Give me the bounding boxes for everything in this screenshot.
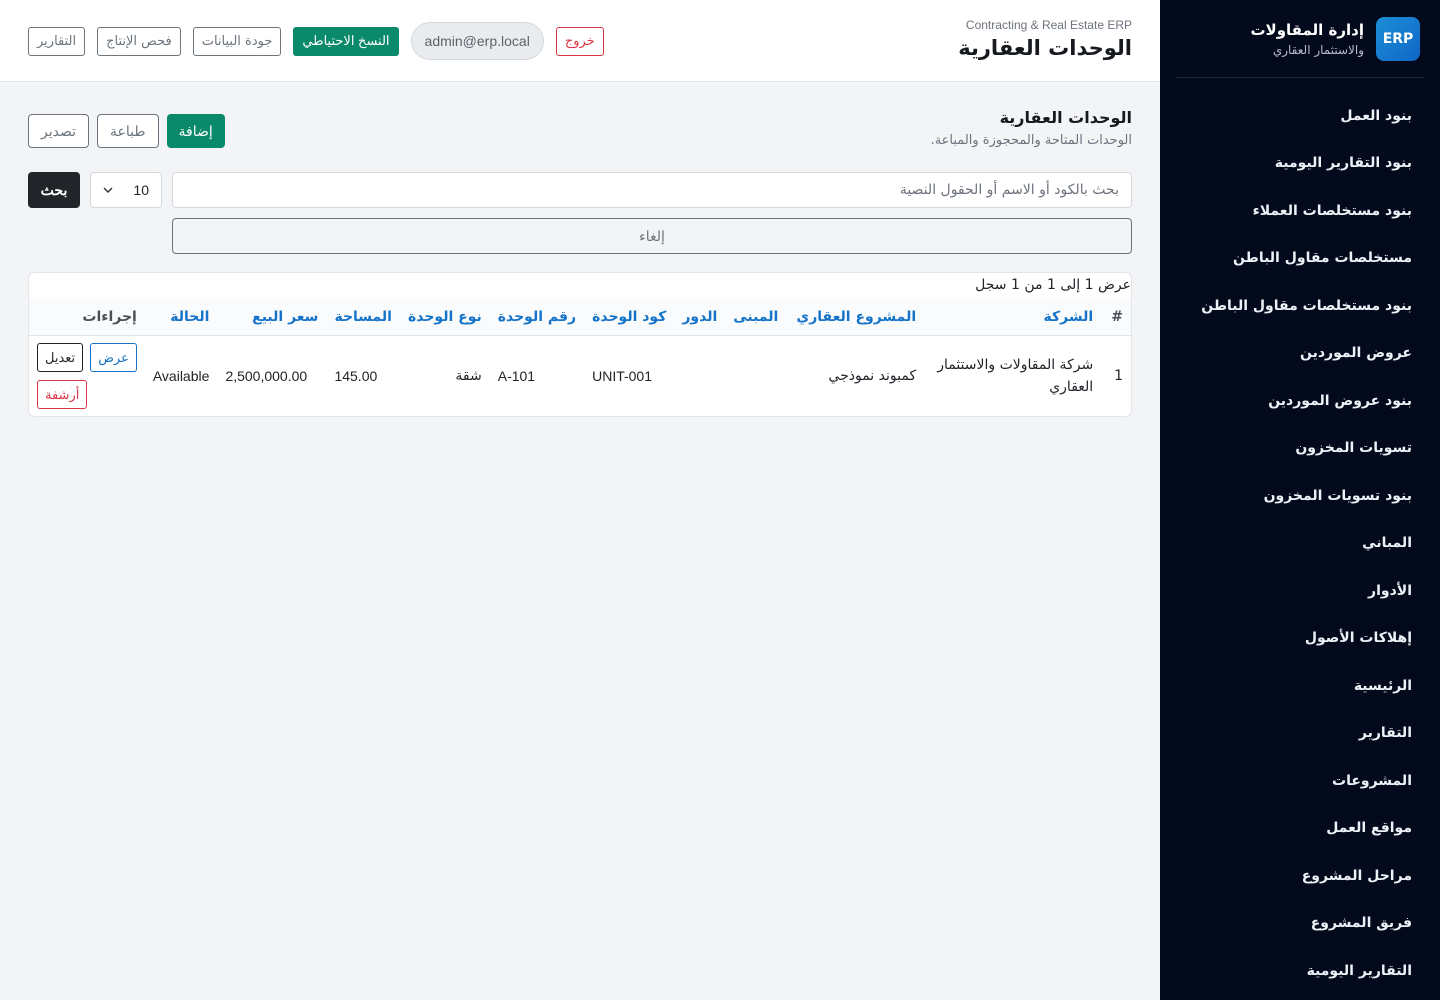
- main-content: الوحدات العقارية الوحدات المتاحة والمحجو…: [28, 82, 1132, 417]
- cell-unit-type: شقة: [455, 368, 482, 385]
- sidebar-item-floors[interactable]: الأدوار: [1160, 567, 1440, 615]
- sidebar-item-subcontractor-invoices[interactable]: مستخلصات مقاول الباطن: [1160, 235, 1440, 283]
- cell-actions: تعديل عرض أرشفة: [29, 335, 145, 417]
- search-button[interactable]: بحث: [28, 172, 80, 208]
- brand-logo: ERP: [1376, 16, 1420, 61]
- sidebar-item-home[interactable]: الرئيسية: [1160, 662, 1440, 710]
- table-row: 1 شركة المقاولات والاستثمار العقاري كمبو…: [29, 335, 1131, 417]
- col-index: #: [1111, 308, 1123, 325]
- sidebar-item-asset-depreciation[interactable]: إهلاكات الأصول: [1160, 615, 1440, 663]
- page-size-select[interactable]: 10: [90, 172, 162, 208]
- section-title: الوحدات العقارية: [999, 108, 1132, 127]
- brand-title: إدارة المقاولات: [1250, 20, 1364, 39]
- col-project[interactable]: المشروع العقاري: [786, 299, 924, 335]
- sidebar-item-inventory-adjustments[interactable]: تسويات المخزون: [1160, 425, 1440, 473]
- col-building[interactable]: المبنى: [725, 299, 786, 335]
- brand-subtitle: والاستثمار العقاري: [1272, 42, 1364, 57]
- search-input[interactable]: بحث بالكود أو الاسم أو الحقول النصية: [172, 172, 1132, 208]
- logout-button[interactable]: خروج: [555, 26, 604, 56]
- cell-status: Available: [152, 368, 210, 385]
- sidebar-item-supplier-quote-items[interactable]: بنود عروض الموردين: [1160, 377, 1440, 425]
- section-description: الوحدات المتاحة والمحجوزة والمباعة.: [930, 133, 1132, 148]
- app-subtitle: Contracting & Real Estate ERP: [965, 18, 1132, 32]
- brand: ERP إدارة المقاولات والاستثمار العقاري: [1176, 0, 1424, 78]
- page-title: الوحدات العقارية: [958, 36, 1132, 60]
- cell-unit-number: A-101: [497, 368, 536, 385]
- sidebar-item-supplier-quotes[interactable]: عروض الموردين: [1160, 330, 1440, 378]
- production-check-button[interactable]: فحص الإنتاج: [97, 26, 181, 56]
- cell-index: 1: [1114, 368, 1123, 385]
- topbar: Contracting & Real Estate ERP الوحدات ال…: [0, 0, 1160, 82]
- export-button[interactable]: تصدير: [28, 114, 90, 148]
- reports-button[interactable]: التقارير: [28, 26, 86, 56]
- col-company[interactable]: الشركة: [924, 299, 1101, 335]
- cell-floor: [674, 335, 725, 417]
- sidebar-item-daily-reports[interactable]: التقارير اليومية: [1160, 947, 1440, 995]
- col-floor[interactable]: الدور: [674, 299, 725, 335]
- user-email-chip[interactable]: admin@erp.local: [410, 22, 544, 60]
- top-actions: التقارير فحص الإنتاج جودة البيانات النسخ…: [28, 22, 604, 60]
- units-table-card: عرض 1 إلى 1 من 1 سجل # الشركة المشروع ال…: [28, 272, 1132, 417]
- table-header-row: # الشركة المشروع العقاري المبنى الدور كو…: [29, 299, 1131, 335]
- cell-area: 145.00: [334, 368, 378, 385]
- add-button[interactable]: إضافة: [166, 114, 225, 148]
- sidebar-nav: بنود العمل بنود التقارير اليومية بنود مس…: [1160, 78, 1440, 995]
- records-info: عرض 1 إلى 1 من 1 سجل: [975, 277, 1131, 293]
- sidebar-item-project-team[interactable]: فريق المشروع: [1160, 900, 1440, 948]
- cell-building: [725, 335, 786, 417]
- cell-project: كمبوند نموذجي: [828, 368, 917, 385]
- cancel-search-button[interactable]: إلغاء: [172, 218, 1132, 254]
- col-actions: إجراءات: [82, 308, 137, 325]
- col-sale-price[interactable]: سعر البيع: [217, 299, 326, 335]
- data-quality-button[interactable]: جودة البيانات: [192, 26, 282, 56]
- sidebar-item-work-items[interactable]: بنود العمل: [1160, 92, 1440, 140]
- sidebar-item-inventory-adjustment-items[interactable]: بنود تسويات المخزون: [1160, 472, 1440, 520]
- page-size-value: 10: [133, 182, 149, 198]
- cell-company: شركة المقاولات والاستثمار العقاري: [937, 357, 1094, 396]
- cell-unit-code: UNIT-001: [592, 368, 653, 385]
- print-button[interactable]: طباعة: [97, 114, 159, 148]
- chevron-down-icon: [103, 187, 113, 193]
- sidebar: ERP إدارة المقاولات والاستثمار العقاري ب…: [1160, 0, 1440, 1000]
- sidebar-item-buildings[interactable]: المباني: [1160, 520, 1440, 568]
- search-row: بحث بالكود أو الاسم أو الحقول النصية 10 …: [28, 172, 1132, 208]
- col-area[interactable]: المساحة: [326, 299, 400, 335]
- backup-button[interactable]: النسخ الاحتياطي: [293, 26, 399, 56]
- col-unit-code[interactable]: كود الوحدة: [584, 299, 674, 335]
- sidebar-item-client-invoice-items[interactable]: بنود مستخلصات العملاء: [1160, 187, 1440, 235]
- sidebar-item-daily-report-items[interactable]: بنود التقارير اليومية: [1160, 140, 1440, 188]
- col-unit-number[interactable]: رقم الوحدة: [490, 299, 584, 335]
- col-unit-type[interactable]: نوع الوحدة: [400, 299, 490, 335]
- units-table: # الشركة المشروع العقاري المبنى الدور كو…: [29, 299, 1131, 417]
- cell-sale-price: 2,500,000.00: [225, 368, 308, 385]
- edit-button[interactable]: تعديل: [37, 343, 84, 373]
- sidebar-item-projects[interactable]: المشروعات: [1160, 757, 1440, 805]
- sidebar-item-work-sites[interactable]: مواقع العمل: [1160, 805, 1440, 853]
- col-status[interactable]: الحالة: [145, 299, 218, 335]
- view-button[interactable]: عرض: [90, 343, 137, 373]
- sidebar-item-reports[interactable]: التقارير: [1160, 710, 1440, 758]
- sidebar-item-project-phases[interactable]: مراحل المشروع: [1160, 852, 1440, 900]
- sidebar-item-subcontractor-invoice-items[interactable]: بنود مستخلصات مقاول الباطن: [1160, 282, 1440, 330]
- archive-button[interactable]: أرشفة: [37, 380, 88, 410]
